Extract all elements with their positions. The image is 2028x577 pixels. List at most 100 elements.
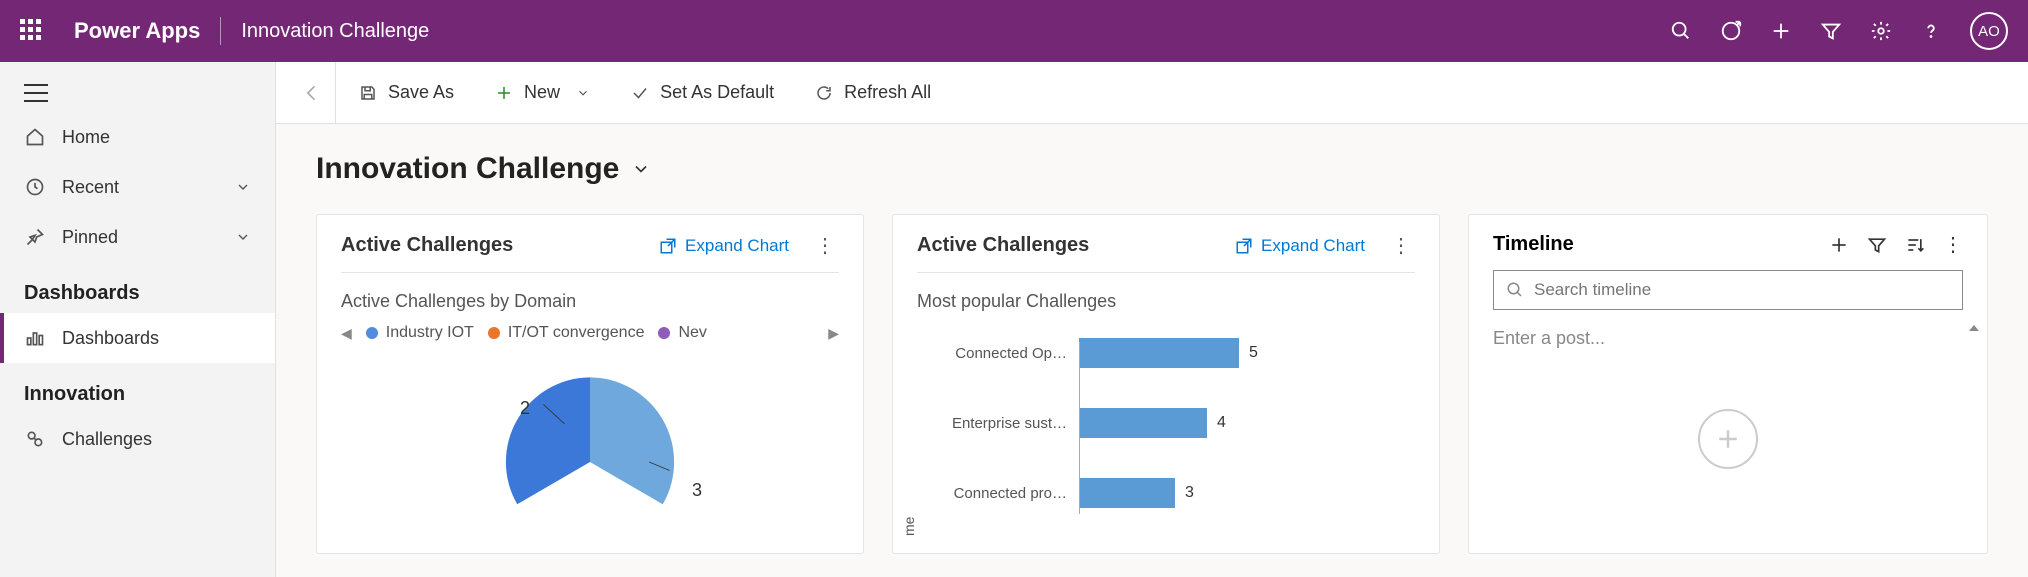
legend-item[interactable]: IT/OT convergence bbox=[488, 324, 645, 342]
filter-icon[interactable] bbox=[1820, 20, 1842, 42]
nav-home[interactable]: Home bbox=[0, 112, 275, 162]
timeline-card: Timeline ⋮ bbox=[1468, 214, 1988, 554]
timeline-search-input[interactable] bbox=[1534, 280, 1950, 300]
bar-fill bbox=[1079, 478, 1175, 508]
card-title: Active Challenges bbox=[917, 234, 1089, 257]
bar-value: 4 bbox=[1217, 414, 1226, 432]
app-launcher-icon[interactable] bbox=[20, 19, 44, 43]
timeline-scrollbar[interactable] bbox=[1969, 325, 1981, 543]
bar-row[interactable]: Enterprise sust… 4 bbox=[917, 402, 1415, 444]
card-more-icon[interactable]: ⋮ bbox=[1387, 233, 1415, 258]
sidebar: Home Recent Pinned Dashboards Da bbox=[0, 62, 276, 577]
card-title: Active Challenges bbox=[341, 234, 513, 257]
pie-slice[interactable] bbox=[590, 377, 674, 504]
y-axis-label: me bbox=[901, 517, 917, 536]
expand-label: Expand Chart bbox=[1261, 236, 1365, 256]
expand-chart-link[interactable]: Expand Chart bbox=[659, 236, 789, 256]
chevron-down-icon bbox=[235, 179, 251, 195]
timeline-sort-icon[interactable] bbox=[1905, 235, 1925, 255]
nav-challenges[interactable]: Challenges bbox=[0, 414, 275, 464]
y-axis-line bbox=[1079, 342, 1080, 514]
pie-label: 2 bbox=[520, 398, 530, 419]
active-challenges-bar-card: Active Challenges Expand Chart ⋮ Most po… bbox=[892, 214, 1440, 554]
search-icon[interactable] bbox=[1670, 20, 1692, 42]
pie-label: 3 bbox=[692, 480, 702, 501]
legend-label: Industry IOT bbox=[386, 324, 474, 342]
timeline-title: Timeline bbox=[1493, 233, 1811, 256]
header-divider bbox=[220, 17, 221, 45]
chart-legend: ◀ Industry IOT IT/OT convergence Nev bbox=[341, 324, 839, 342]
bar-label: Connected pro… bbox=[917, 485, 1067, 502]
app-title: Power Apps bbox=[74, 18, 200, 44]
nav-dashboards[interactable]: Dashboards bbox=[0, 313, 275, 363]
avatar-initials: AO bbox=[1978, 23, 2000, 40]
timeline-filter-icon[interactable] bbox=[1867, 235, 1887, 255]
nav-label: Home bbox=[62, 127, 110, 148]
legend-item[interactable]: Industry IOT bbox=[366, 324, 474, 342]
timeline-add-icon[interactable] bbox=[1829, 235, 1849, 255]
legend-item[interactable]: Nev bbox=[658, 324, 706, 342]
bar-fill bbox=[1079, 408, 1207, 438]
check-icon bbox=[630, 83, 650, 103]
bar-value: 5 bbox=[1249, 344, 1258, 362]
legend-next-icon[interactable]: ▶ bbox=[828, 325, 839, 342]
pie-slice[interactable] bbox=[506, 377, 590, 504]
sidebar-section-dashboards: Dashboards bbox=[0, 262, 275, 313]
refresh-button[interactable]: Refresh All bbox=[796, 62, 949, 123]
main-content: Save As New Set As Default bbox=[276, 62, 2028, 577]
nav-recent[interactable]: Recent bbox=[0, 162, 275, 212]
bar-label: Enterprise sust… bbox=[917, 415, 1067, 432]
nav-label: Recent bbox=[62, 177, 119, 198]
cmd-label: Save As bbox=[388, 82, 454, 103]
bar-fill bbox=[1079, 338, 1239, 368]
sidebar-section-innovation: Innovation bbox=[0, 363, 275, 414]
nav-label: Dashboards bbox=[62, 328, 159, 349]
legend-dot bbox=[658, 327, 670, 339]
page-title: Innovation Challenge bbox=[316, 152, 619, 186]
legend-label: Nev bbox=[678, 324, 706, 342]
refresh-icon bbox=[814, 83, 834, 103]
home-icon bbox=[24, 126, 46, 148]
clock-icon bbox=[24, 176, 46, 198]
bar-row[interactable]: Connected Op… 5 bbox=[917, 332, 1415, 374]
settings-icon[interactable] bbox=[1870, 20, 1892, 42]
help-icon[interactable] bbox=[1920, 20, 1942, 42]
new-button[interactable]: New bbox=[476, 62, 608, 123]
legend-label: IT/OT convergence bbox=[508, 324, 645, 342]
nav-pinned[interactable]: Pinned bbox=[0, 212, 275, 262]
card-more-icon[interactable]: ⋮ bbox=[811, 233, 839, 258]
add-icon[interactable] bbox=[1770, 20, 1792, 42]
bar-chart: Connected Op… 5 Enterprise sust… 4 Conne… bbox=[917, 332, 1415, 514]
bar-row[interactable]: Connected pro… 3 bbox=[917, 472, 1415, 514]
chevron-down-icon bbox=[631, 159, 651, 179]
task-icon[interactable] bbox=[1720, 20, 1742, 42]
user-avatar[interactable]: AO bbox=[1970, 12, 2008, 50]
save-icon bbox=[358, 83, 378, 103]
save-as-button[interactable]: Save As bbox=[340, 62, 472, 123]
timeline-add-post-button[interactable] bbox=[1698, 409, 1758, 469]
search-icon bbox=[1506, 281, 1524, 299]
legend-dot bbox=[366, 327, 378, 339]
legend-dot bbox=[488, 327, 500, 339]
global-header: Power Apps Innovation Challenge AO bbox=[0, 0, 2028, 62]
timeline-search[interactable] bbox=[1493, 270, 1963, 310]
pie-chart: 2 3 bbox=[460, 352, 720, 577]
expand-chart-link[interactable]: Expand Chart bbox=[1235, 236, 1365, 256]
back-button[interactable] bbox=[288, 62, 336, 123]
chart-subtitle: Most popular Challenges bbox=[917, 291, 1415, 312]
sidebar-toggle[interactable] bbox=[0, 74, 275, 112]
active-challenges-pie-card: Active Challenges Expand Chart ⋮ Active … bbox=[316, 214, 864, 554]
chevron-down-icon bbox=[235, 229, 251, 245]
timeline-post-prompt[interactable]: Enter a post... bbox=[1493, 328, 1963, 349]
timeline-more-icon[interactable]: ⋮ bbox=[1943, 235, 1963, 255]
nav-label: Pinned bbox=[62, 227, 118, 248]
plus-icon bbox=[494, 83, 514, 103]
legend-prev-icon[interactable]: ◀ bbox=[341, 325, 352, 342]
cmd-label: New bbox=[524, 82, 560, 103]
nav-label: Challenges bbox=[62, 429, 152, 450]
bar-value: 3 bbox=[1185, 484, 1194, 502]
chevron-down-icon bbox=[576, 86, 590, 100]
pin-icon bbox=[24, 226, 46, 248]
set-default-button[interactable]: Set As Default bbox=[612, 62, 792, 123]
page-title-selector[interactable]: Innovation Challenge bbox=[316, 152, 1988, 186]
